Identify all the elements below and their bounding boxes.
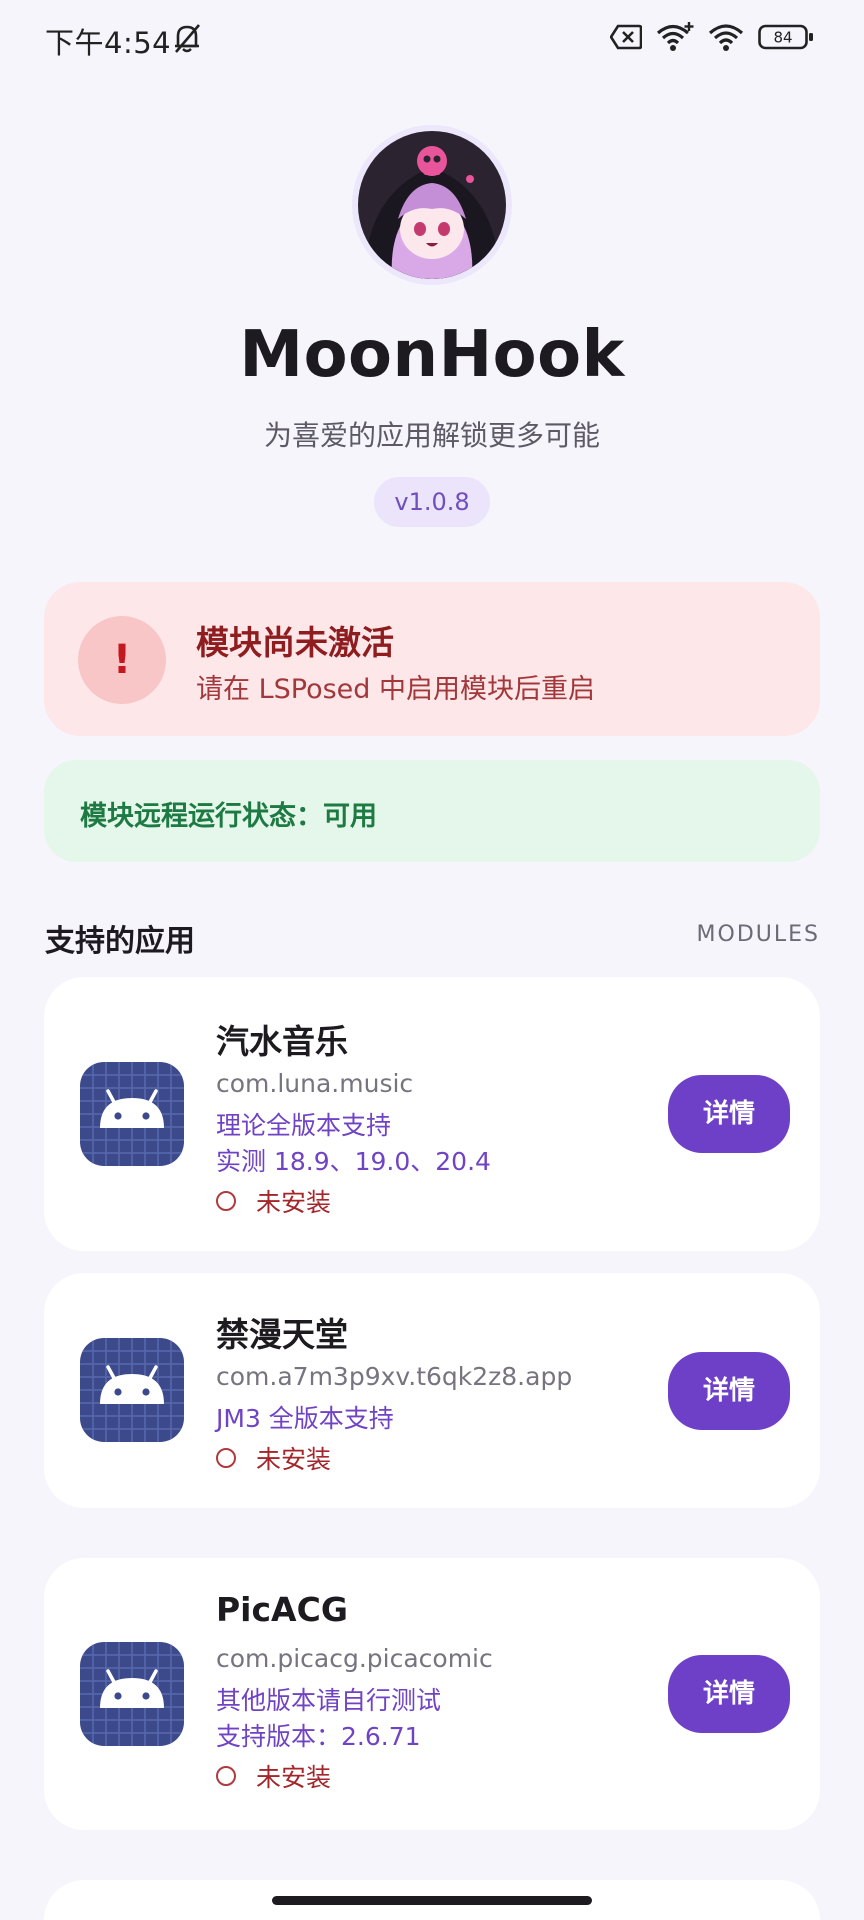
app-avatar <box>352 125 512 285</box>
battery-level: 84 <box>773 29 792 47</box>
version-badge: v1.0.8 <box>374 477 490 527</box>
app-card-picacg: PicACG com.picacg.picacomic 其他版本请自行测试 支持… <box>44 1558 820 1830</box>
app-card-jm: 禁漫天堂 com.a7m3p9xv.t6qk2z8.app JM3 全版本支持 … <box>44 1273 820 1508</box>
install-status: 未安装 <box>216 1440 331 1476</box>
alert-icon: ! <box>78 616 166 704</box>
section-tag: MODULES <box>696 922 820 947</box>
android-icon <box>80 1338 184 1442</box>
app-tested-versions: 支持版本：2.6.71 <box>216 1722 421 1751</box>
app-package: com.picacg.picacomic <box>216 1644 493 1673</box>
remote-status-text: 模块远程运行状态：可用 <box>80 801 377 832</box>
app-package: com.a7m3p9xv.t6qk2z8.app <box>216 1362 573 1391</box>
battery-icon: 84 <box>758 24 813 50</box>
details-button[interactable]: 详情 <box>668 1075 790 1153</box>
app-support-note: JM3 全版本支持 <box>216 1404 394 1433</box>
sim-off-icon <box>610 24 642 50</box>
details-button[interactable]: 详情 <box>668 1655 790 1733</box>
install-status: 未安装 <box>216 1183 331 1219</box>
app-title: MoonHook <box>239 318 625 392</box>
install-status-text: 未安装 <box>256 1445 332 1474</box>
remote-status-card: 模块远程运行状态：可用 <box>44 760 820 862</box>
circle-outline-icon <box>216 1191 236 1211</box>
app-subtitle: 为喜爱的应用解锁更多可能 <box>263 419 600 452</box>
status-time: 下午4:54 <box>45 26 172 60</box>
install-status-text: 未安装 <box>256 1763 332 1792</box>
gesture-home-bar[interactable] <box>272 1896 592 1905</box>
wifi-plus-icon <box>656 22 694 51</box>
app-support-note: 理论全版本支持 <box>216 1111 392 1140</box>
app-name: 禁漫天堂 <box>216 1315 348 1354</box>
avatar-illustration <box>358 131 506 279</box>
android-icon <box>80 1642 184 1746</box>
app-name: PicACG <box>216 1590 348 1629</box>
app-support-note: 其他版本请自行测试 <box>216 1686 442 1715</box>
app-tested-versions: 实测 18.9、19.0、20.4 <box>216 1147 491 1176</box>
circle-outline-icon <box>216 1766 236 1786</box>
install-status-text: 未安装 <box>256 1188 332 1217</box>
app-package: com.luna.music <box>216 1069 414 1098</box>
install-status: 未安装 <box>216 1758 331 1794</box>
details-button[interactable]: 详情 <box>668 1352 790 1430</box>
warning-title: 模块尚未激活 <box>196 623 394 662</box>
bell-off-icon <box>175 24 200 53</box>
app-name: 汽水音乐 <box>216 1022 348 1061</box>
android-icon <box>80 1062 184 1166</box>
status-bar: 下午4:54 84 <box>0 0 864 80</box>
wifi-icon <box>708 24 744 51</box>
circle-outline-icon <box>216 1448 236 1468</box>
warning-message: 请在 LSPosed 中启用模块后重启 <box>196 674 596 705</box>
section-title: 支持的应用 <box>45 924 195 959</box>
module-inactive-card: ! 模块尚未激活 请在 LSPosed 中启用模块后重启 <box>44 582 820 736</box>
app-card-luna-music: 汽水音乐 com.luna.music 理论全版本支持 实测 18.9、19.0… <box>44 977 820 1251</box>
